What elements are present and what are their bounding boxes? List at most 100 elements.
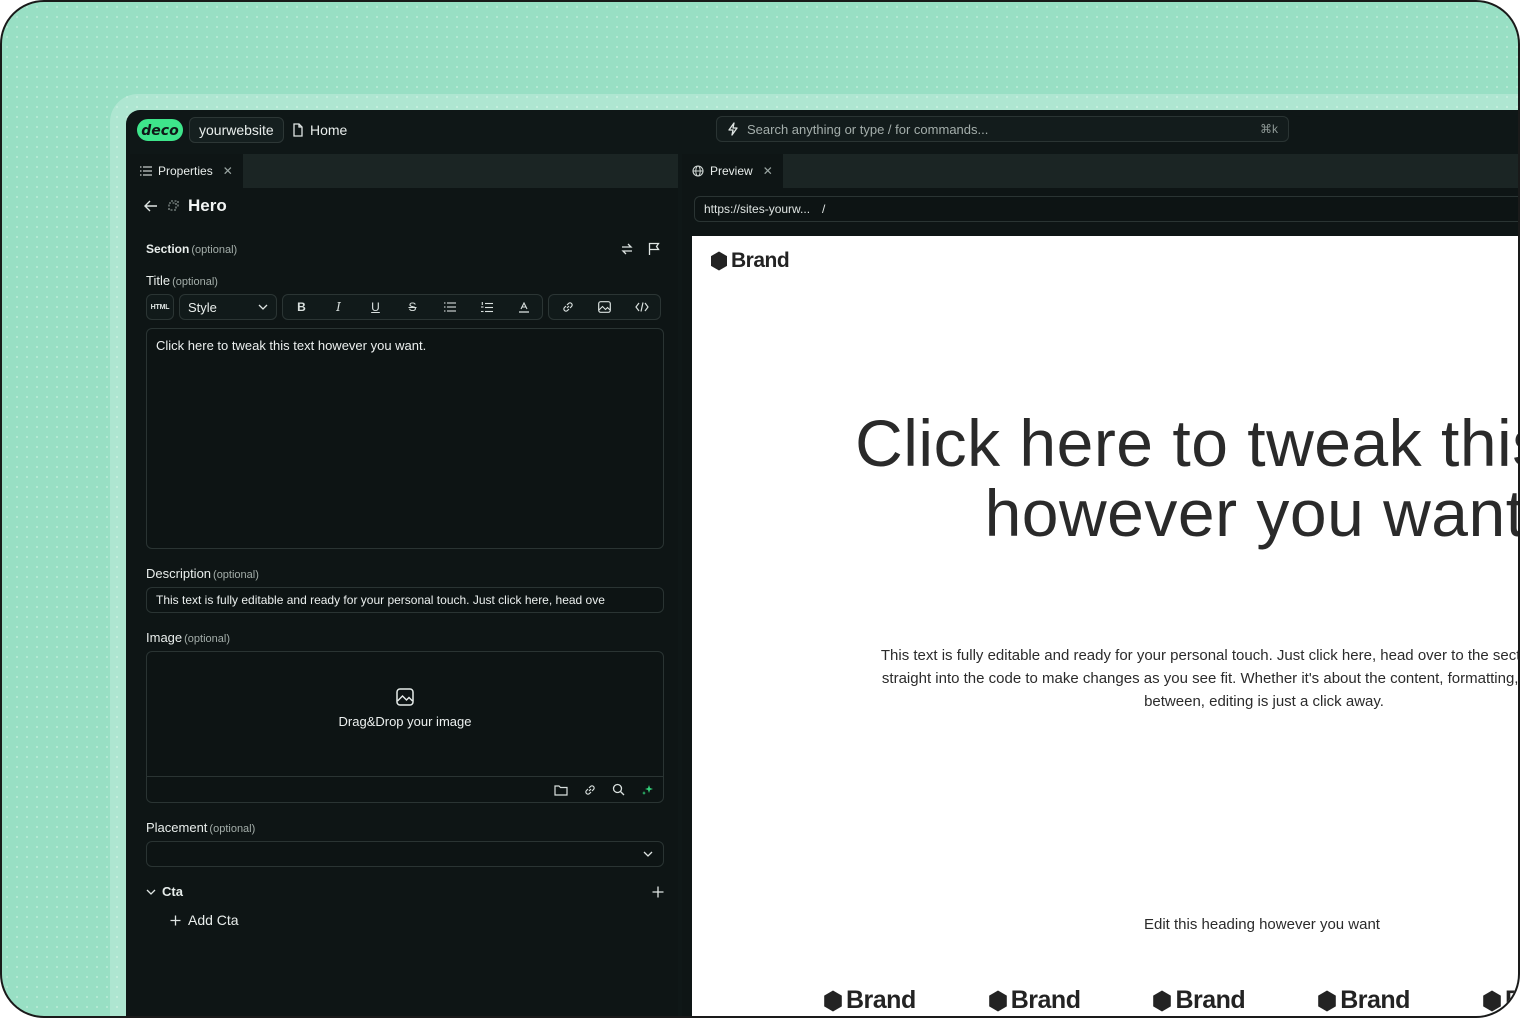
cta-section-header[interactable]: Cta — [146, 884, 664, 899]
title-field-label: Title (optional) — [146, 273, 218, 288]
description-input[interactable]: This text is fully editable and ready fo… — [146, 587, 664, 613]
insert-group — [548, 294, 661, 320]
format-group: B I U S — [282, 294, 543, 320]
section-header: Hero — [144, 196, 227, 216]
hexagon-logo-icon — [710, 251, 728, 271]
link-button[interactable] — [549, 295, 586, 319]
hero-description[interactable]: This text is fully editable and ready fo… — [874, 644, 1518, 713]
code-button[interactable] — [623, 295, 660, 319]
image-button[interactable] — [586, 295, 623, 319]
chevron-down-icon — [258, 304, 268, 310]
description-field-label: Description (optional) — [146, 566, 259, 581]
code-icon — [634, 302, 649, 312]
hexagon-logo-icon — [1317, 990, 1337, 1012]
page-icon — [292, 123, 304, 137]
logo-item: Brand — [1317, 986, 1410, 1015]
hexagon-logo-icon — [1482, 990, 1502, 1012]
tab-preview[interactable]: Preview ✕ — [682, 154, 783, 188]
preview-url: https://sites-yourw... — [704, 202, 811, 216]
dropzone-text: Drag&Drop your image — [338, 714, 472, 729]
style-select-label: Style — [188, 299, 217, 315]
bullet-list-button[interactable] — [431, 295, 468, 319]
properties-tab-strip: Properties ✕ — [130, 154, 678, 188]
style-select[interactable]: Style — [179, 294, 277, 320]
search-icon[interactable] — [612, 783, 625, 796]
hero-heading[interactable]: Click here to tweak this text however yo… — [824, 408, 1518, 548]
image-source-bar — [147, 776, 663, 802]
brand-name: Brand — [731, 249, 790, 272]
section-field-label: Section (optional) — [146, 242, 238, 256]
add-cta-button[interactable]: Add Cta — [170, 912, 239, 928]
underline-button[interactable]: U — [357, 295, 394, 319]
deco-logo[interactable]: deco — [136, 118, 184, 142]
close-icon[interactable]: ✕ — [223, 164, 233, 178]
html-badge: HTML — [150, 303, 170, 311]
preview-panel: Preview ✕ https://sites-yourw... / Brand… — [682, 154, 1518, 1016]
hexagon-logo-icon — [1152, 990, 1172, 1012]
properties-panel: Properties ✕ Hero Section (optional) Tit… — [130, 154, 678, 1016]
section-icon — [166, 199, 180, 213]
logo-text: deco — [141, 123, 179, 139]
logo-item: Brand — [1152, 986, 1246, 1015]
sparkle-ai-icon[interactable] — [641, 783, 655, 797]
list-icon — [140, 166, 152, 176]
back-arrow-icon[interactable] — [144, 200, 158, 212]
bold-button[interactable]: B — [283, 295, 320, 319]
logo-item: Brand — [1482, 986, 1518, 1015]
hexagon-logo-icon — [988, 990, 1008, 1012]
search-shortcut: ⌘k — [1260, 122, 1278, 136]
image-placeholder-icon — [396, 688, 414, 706]
tab-properties-label: Properties — [158, 164, 213, 178]
html-mode-button[interactable]: HTML — [146, 294, 174, 320]
logo-strip: Brand Brand Brand Brand — [823, 986, 1518, 1015]
add-cta-label: Add Cta — [188, 912, 239, 928]
preview-url-bar[interactable]: https://sites-yourw... / — [694, 196, 1518, 222]
rich-text-toolbar: HTML Style B I U S — [146, 294, 664, 320]
search-input[interactable] — [747, 121, 1253, 137]
link-icon — [562, 301, 574, 313]
link-icon[interactable] — [584, 784, 596, 796]
image-dropzone[interactable]: Drag&Drop your image — [146, 651, 664, 803]
image-icon — [598, 301, 611, 313]
hexagon-logo-icon — [823, 990, 843, 1012]
globe-icon — [692, 165, 704, 177]
plus-icon — [170, 915, 181, 926]
preview-tab-strip: Preview ✕ — [682, 154, 1518, 188]
strikethrough-button[interactable]: S — [394, 295, 431, 319]
image-field-label: Image (optional) — [146, 630, 230, 645]
text-color-button[interactable] — [505, 295, 542, 319]
chevron-down-icon — [643, 851, 653, 857]
cta-label: Cta — [162, 884, 183, 899]
command-search[interactable]: ⌘k — [716, 116, 1289, 142]
close-icon[interactable]: ✕ — [763, 164, 773, 178]
section-title: Hero — [188, 196, 227, 215]
bullet-list-icon — [443, 302, 456, 312]
page-name: Home — [310, 122, 348, 138]
ordered-list-button[interactable] — [468, 295, 505, 319]
tab-preview-label: Preview — [710, 164, 753, 178]
site-selector[interactable]: yourwebsite — [189, 117, 284, 143]
plus-icon[interactable] — [652, 886, 664, 898]
preview-canvas: Brand Click here to tweak this text howe… — [692, 236, 1518, 1016]
preview-nav-brand[interactable]: Brand — [710, 249, 790, 273]
swap-icon[interactable] — [620, 242, 634, 256]
app-window: deco yourwebsite Home ⌘k — [126, 110, 1518, 1016]
tab-properties[interactable]: Properties ✕ — [130, 154, 243, 188]
top-bar: deco yourwebsite Home ⌘k — [126, 110, 1518, 150]
preview-path: / — [822, 202, 826, 216]
page-breadcrumb[interactable]: Home — [292, 117, 347, 143]
placement-field-label: Placement (optional) — [146, 820, 256, 835]
title-rich-text-editor[interactable]: Click here to tweak this text however yo… — [146, 328, 664, 549]
placement-select[interactable] — [146, 841, 664, 867]
italic-button[interactable]: I — [320, 295, 357, 319]
folder-icon[interactable] — [554, 784, 568, 796]
text-color-icon — [518, 301, 529, 313]
bolt-icon — [727, 122, 740, 136]
chevron-down-icon — [146, 889, 156, 895]
ordered-list-icon — [480, 301, 493, 313]
section-actions — [620, 242, 660, 256]
logos-heading[interactable]: Edit this heading however you want — [997, 916, 1518, 933]
logo-item: Brand — [823, 986, 916, 1015]
logo-item: Brand — [988, 986, 1081, 1015]
flag-icon[interactable] — [648, 242, 660, 256]
